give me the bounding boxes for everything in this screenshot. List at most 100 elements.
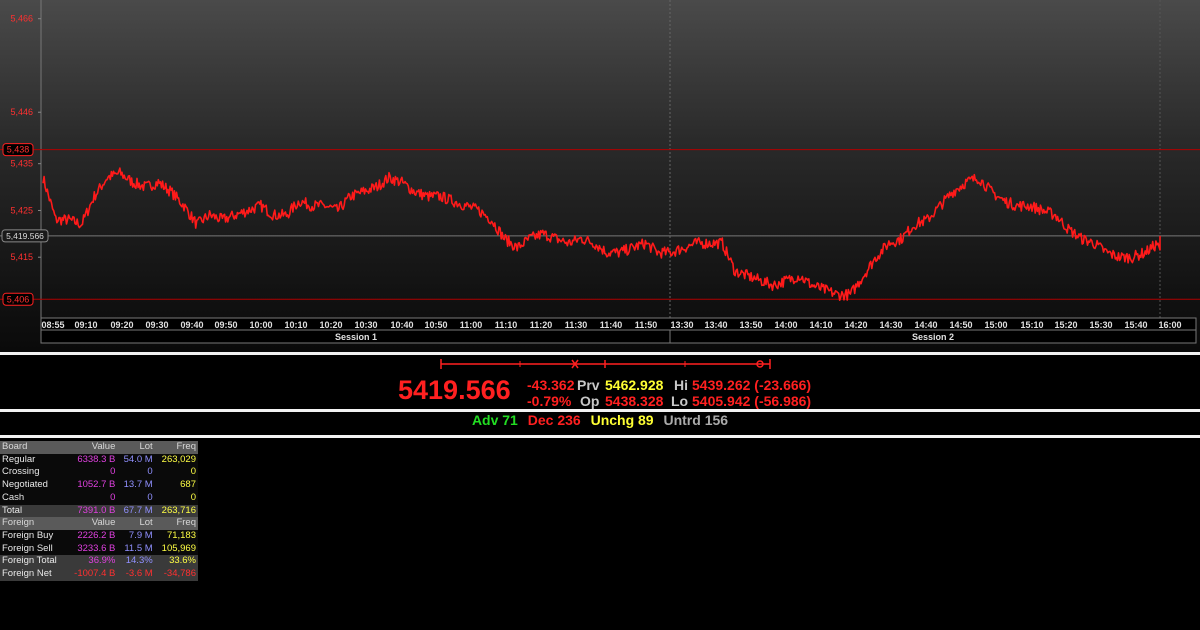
y-tick-label: 5,435 xyxy=(10,159,33,169)
untraded-count: Untrd 156 xyxy=(663,412,729,428)
x-tick-label: 11:20 xyxy=(530,320,553,330)
lot-cell: 0 xyxy=(117,491,155,505)
x-tick-label: 11:00 xyxy=(460,320,483,330)
lot-cell: 14.3% xyxy=(117,555,155,569)
lot-cell: 7.9 M xyxy=(117,529,155,543)
x-tick-label: 11:30 xyxy=(565,320,588,330)
x-tick-label: 14:20 xyxy=(844,320,867,330)
board-header: Board Value Lot Freq xyxy=(0,441,198,454)
open-label: Op xyxy=(580,393,600,409)
lot-cell: -3.6 M xyxy=(117,568,155,581)
value-cell: 0 xyxy=(66,466,118,480)
x-tick-label: 10:40 xyxy=(390,320,413,330)
freq-cell: 687 xyxy=(154,479,198,492)
intraday-chart[interactable]: 5,466 5,446 5,435 5,425 5,415 5,438 5,406 5,419… xyxy=(0,0,1200,352)
value-cell: Value xyxy=(66,441,118,454)
freq-cell: 263,716 xyxy=(154,504,198,518)
board-row: Negotiated 1052.7 B 13.7 M 687 xyxy=(0,479,198,492)
value-cell: 36.9% xyxy=(66,555,118,569)
board-summary-table: Board Value Lot Freq Regular 6338.3 B 54.0 M 26… xyxy=(0,441,198,581)
value-cell: 6338.3 B xyxy=(66,453,118,467)
x-tick-label: 10:00 xyxy=(249,320,272,330)
x-tick-label: 14:00 xyxy=(774,320,797,330)
x-tick-label: 09:40 xyxy=(180,320,203,330)
x-tick-label: 15:20 xyxy=(1054,320,1077,330)
value-cell: 7391.0 B xyxy=(66,504,118,518)
session-label-2: Session 2 xyxy=(912,332,954,342)
last-price: 5419.566 xyxy=(398,375,511,405)
lot-cell: 13.7 M xyxy=(117,479,155,492)
x-tick-label: 09:10 xyxy=(74,320,97,330)
x-tick-label: 14:30 xyxy=(879,320,902,330)
x-tick-label: 10:50 xyxy=(424,320,447,330)
y-tick-label: 5,425 xyxy=(10,205,33,215)
session-label-1: Session 1 xyxy=(335,332,377,342)
x-tick-label: 09:20 xyxy=(110,320,133,330)
x-tick-label: 10:30 xyxy=(354,320,377,330)
x-tick-label: 10:10 xyxy=(284,320,307,330)
index-price-line xyxy=(42,167,1161,301)
freq-cell: -34,786 xyxy=(154,568,198,581)
freq-cell: 0 xyxy=(154,491,198,505)
board-total-row: Total 7391.0 B 67.7 M 263,716 xyxy=(0,504,198,518)
last-price-label: 5,419.566 xyxy=(6,231,44,241)
row-label: Foreign Net xyxy=(0,568,67,581)
lot-cell: 67.7 M xyxy=(117,504,155,518)
change-percent: -0.79% xyxy=(527,393,572,409)
row-label: Crossing xyxy=(0,466,67,480)
x-tick-label: 15:30 xyxy=(1089,320,1112,330)
value-cell: Value xyxy=(66,517,118,530)
freq-cell: 105,969 xyxy=(154,542,198,556)
row-label: Negotiated xyxy=(0,479,67,492)
value-cell: 1052.7 B xyxy=(66,479,118,492)
foreign-header: Foreign Value Lot Freq xyxy=(0,517,198,530)
low-price: 5405.942 (-56.986) xyxy=(692,393,812,409)
x-tick-label: 15:40 xyxy=(1124,320,1147,330)
freq-cell: Freq xyxy=(154,441,198,454)
x-tick-label: 15:00 xyxy=(984,320,1007,330)
low-marker-label: 5,406 xyxy=(7,294,30,304)
open-price: 5438.328 xyxy=(605,393,664,409)
foreign-net-row: Foreign Net -1007.4 B -3.6 M -34,786 xyxy=(0,568,198,581)
lot-cell: Lot xyxy=(117,441,155,454)
freq-cell: 33.6% xyxy=(154,555,198,569)
x-tick-label: 15:10 xyxy=(1020,320,1043,330)
high-label: Hi xyxy=(674,377,688,393)
low-label: Lo xyxy=(671,393,689,409)
y-tick-label: 5,446 xyxy=(10,107,33,117)
freq-cell: 0 xyxy=(154,466,198,480)
freq-cell: Freq xyxy=(154,517,198,530)
lot-cell: 0 xyxy=(117,466,155,480)
y-tick-label: 5,466 xyxy=(10,14,33,24)
x-tick-label: 14:10 xyxy=(809,320,832,330)
day-range-bar xyxy=(440,359,771,369)
session-band xyxy=(40,329,1197,344)
previous-label: Prv xyxy=(577,377,600,393)
board-row: Regular 6338.3 B 54.0 M 263,029 xyxy=(0,453,198,467)
value-cell: -1007.4 B xyxy=(66,568,118,581)
x-tick-label: 09:30 xyxy=(145,320,168,330)
x-tick-label: 08:55 xyxy=(41,320,64,330)
previous-close: 5462.928 xyxy=(605,377,664,393)
market-breadth-panel: Adv 71 Dec 236 Unchg 89 Untrd 156 xyxy=(0,412,1200,434)
row-label: Cash xyxy=(0,491,67,505)
row-label: Foreign Sell xyxy=(0,542,67,556)
y-tick-label: 5,415 xyxy=(10,252,33,262)
row-label: Total xyxy=(0,504,67,518)
x-tick-label: 11:40 xyxy=(600,320,623,330)
foreign-row: Foreign Sell 3233.6 B 11.5 M 105,969 xyxy=(0,542,198,556)
value-cell: 3233.6 B xyxy=(66,542,118,556)
x-tick-label: 13:40 xyxy=(704,320,727,330)
x-tick-label: 11:50 xyxy=(635,320,658,330)
row-label: Regular xyxy=(0,453,67,467)
board-row: Cash 0 0 0 xyxy=(0,491,198,505)
x-tick-label: 13:30 xyxy=(670,320,693,330)
intraday-chart-panel[interactable]: 5,466 5,446 5,435 5,425 5,415 5,438 5,406 5,419… xyxy=(0,0,1200,352)
row-label: Foreign Total xyxy=(0,555,67,569)
x-tick-label: 09:50 xyxy=(214,320,237,330)
row-label: Foreign Buy xyxy=(0,529,67,543)
x-tick-label: 10:20 xyxy=(319,320,342,330)
row-label: Foreign xyxy=(0,517,67,530)
lot-cell: 54.0 M xyxy=(117,453,155,467)
foreign-row: Foreign Buy 2226.2 B 7.9 M 71,183 xyxy=(0,529,198,543)
